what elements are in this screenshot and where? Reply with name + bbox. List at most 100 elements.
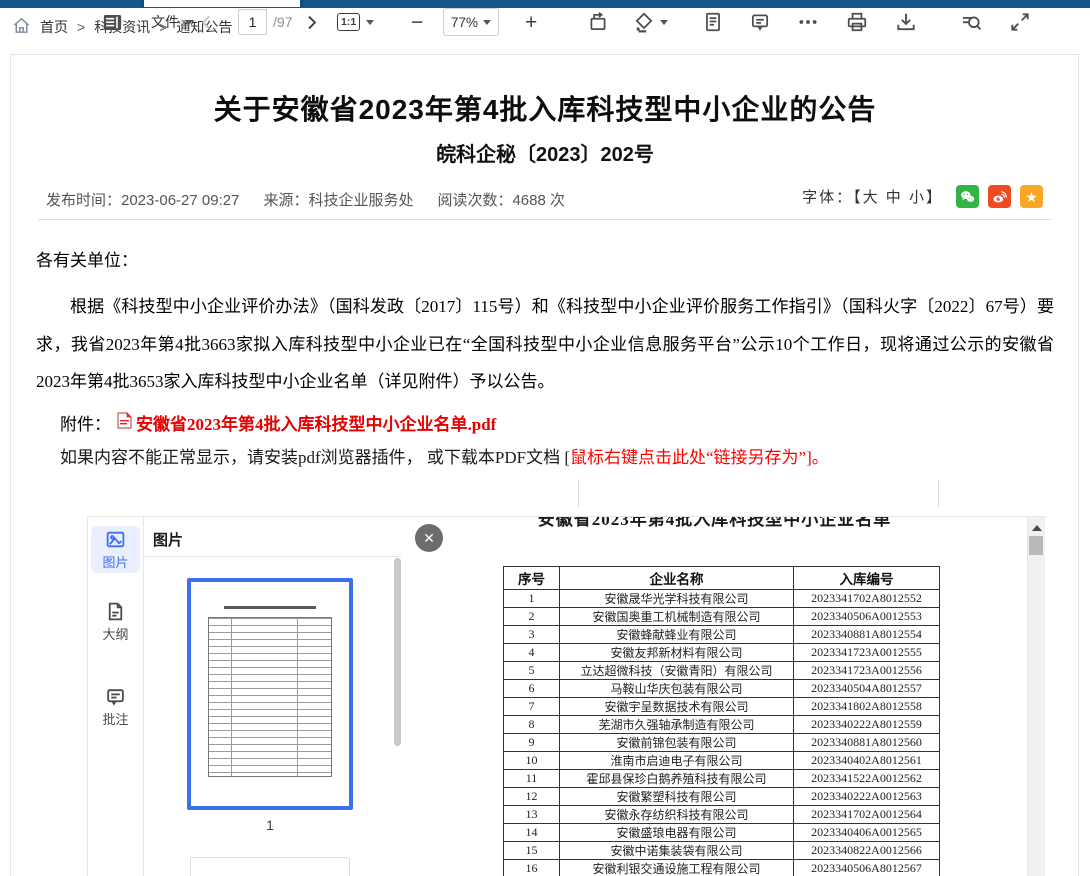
cell-index: 13 bbox=[504, 806, 560, 824]
font-label: 字体：【 bbox=[802, 189, 863, 206]
page-thumbnail-2[interactable] bbox=[190, 857, 350, 876]
article-doc-number: 皖科企秘〔2023〕202号 bbox=[0, 138, 1090, 167]
file-menu-label: 文件 bbox=[151, 12, 179, 32]
prev-page-button[interactable] bbox=[198, 0, 215, 44]
close-button[interactable]: ✕ bbox=[415, 524, 443, 552]
zoom-out-button[interactable]: − bbox=[411, 0, 423, 44]
download-button[interactable] bbox=[895, 0, 917, 44]
weibo-icon bbox=[991, 188, 1008, 205]
search-button[interactable] bbox=[960, 0, 983, 44]
cell-index: 1 bbox=[504, 590, 560, 608]
note-text: 如果内容不能正常显示，请安装pdf浏览器插件， 或下载本PDF文档 [ bbox=[60, 448, 570, 467]
font-large-button[interactable]: 大 bbox=[863, 189, 880, 206]
cell-company-name: 淮南市启迪电子有限公司 bbox=[560, 752, 794, 770]
salutation: 各有关单位： bbox=[36, 246, 138, 271]
print-button[interactable] bbox=[846, 0, 868, 44]
cell-company-name: 安徽友邦新材料有限公司 bbox=[560, 644, 794, 662]
zoom-in-button[interactable]: + bbox=[525, 0, 537, 44]
home-icon[interactable] bbox=[12, 16, 31, 38]
font-size-control: 字体：【大 中 小】 bbox=[802, 186, 943, 207]
more-options-button[interactable] bbox=[796, 0, 820, 44]
viewer-left-border bbox=[87, 517, 88, 876]
font-small-button[interactable]: 小 bbox=[909, 189, 926, 206]
share-wechat-button[interactable] bbox=[956, 185, 979, 208]
sidebar-toggle-button[interactable] bbox=[101, 0, 124, 44]
zoom-level-value: 77% bbox=[451, 15, 478, 30]
rotate-button[interactable] bbox=[587, 0, 609, 44]
cell-company-name: 安徽永存纺织科技有限公司 bbox=[560, 806, 794, 824]
table-row: 11霍邱县保珍白鹅养殖科技有限公司2023341522A0012562 bbox=[504, 770, 940, 788]
thumbnail-mini-title bbox=[224, 606, 316, 609]
page-thumbnail-1[interactable] bbox=[187, 578, 353, 810]
meta-divider bbox=[38, 219, 1052, 220]
cell-registry-code: 2023340402A8012561 bbox=[794, 752, 940, 770]
file-menu-button[interactable]: 文件 bbox=[151, 0, 193, 44]
attachment-link[interactable]: 安徽省2023年第4批入库科技型中小企业名单.pdf bbox=[136, 410, 496, 435]
scrollbar-up-arrow[interactable] bbox=[1032, 525, 1042, 531]
pdf-page-title-clipped: 安徽省2023年第4批入库科技型中小企业名单 bbox=[402, 517, 1027, 527]
comment-button[interactable] bbox=[749, 0, 771, 44]
chevron-down-icon bbox=[660, 20, 668, 25]
cell-registry-code: 2023340881A8012560 bbox=[794, 734, 940, 752]
table-row: 12安徽繁塑科技有限公司2023340222A0012563 bbox=[504, 788, 940, 806]
pdf-scrollbar-thumb[interactable] bbox=[1029, 536, 1043, 555]
breadcrumb-separator: > bbox=[77, 19, 85, 35]
chevron-left-icon bbox=[198, 14, 215, 31]
cell-index: 3 bbox=[504, 626, 560, 644]
font-medium-button[interactable]: 中 bbox=[886, 189, 903, 206]
cell-registry-code: 2023341802A8012558 bbox=[794, 698, 940, 716]
annotation-icon bbox=[105, 686, 126, 707]
share-favorite-button[interactable]: ★ bbox=[1020, 185, 1043, 208]
cell-registry-code: 2023340406A0012565 bbox=[794, 824, 940, 842]
background-color-button[interactable] bbox=[633, 0, 668, 44]
fit-mode-button[interactable]: 1:1 bbox=[337, 0, 374, 44]
table-row: 15安徽中诺集装袋有限公司2023340822A0012566 bbox=[504, 842, 940, 860]
download-icon bbox=[895, 11, 917, 33]
cell-registry-code: 2023340506A8012567 bbox=[794, 860, 940, 876]
note-suffix: ]。 bbox=[806, 448, 829, 467]
sidebar-tab-images[interactable]: 图片 bbox=[91, 526, 140, 573]
outline-document-icon bbox=[105, 601, 126, 622]
text-view-button[interactable] bbox=[702, 0, 724, 44]
save-as-link[interactable]: 鼠标右键点击此处“链接另存为” bbox=[570, 448, 806, 467]
table-row: 5立达超微科技（安徽青阳）有限公司2023341723A0012556 bbox=[504, 662, 940, 680]
chevron-down-icon bbox=[366, 20, 374, 25]
cell-company-name: 安徽宇呈数据技术有限公司 bbox=[560, 698, 794, 716]
cell-registry-code: 2023340881A8012554 bbox=[794, 626, 940, 644]
table-row: 2安徽国奥重工机械制造有限公司2023340506A0012553 bbox=[504, 608, 940, 626]
font-label-close: 】 bbox=[926, 189, 943, 206]
panel-scrollbar[interactable] bbox=[394, 558, 401, 746]
plus-icon: + bbox=[525, 12, 537, 33]
cell-company-name: 立达超微科技（安徽青阳）有限公司 bbox=[560, 662, 794, 680]
table-row: 8芜湖市久强轴承制造有限公司2023340222A8012559 bbox=[504, 716, 940, 734]
pdf-company-table: 序号 企业名称 入库编号 1安徽晟华光学科技有限公司2023341702A801… bbox=[503, 566, 940, 876]
sidebar-tab-outline[interactable]: 大纲 bbox=[91, 598, 140, 645]
cell-company-name: 安徽中诺集装袋有限公司 bbox=[560, 842, 794, 860]
fit-one-to-one-icon: 1:1 bbox=[337, 13, 360, 31]
cell-company-name: 马鞍山华庆包装有限公司 bbox=[560, 680, 794, 698]
next-page-button[interactable] bbox=[303, 0, 320, 44]
zoom-level-select[interactable]: 77% bbox=[443, 8, 499, 36]
cell-index: 14 bbox=[504, 824, 560, 842]
chevron-down-icon bbox=[483, 20, 491, 25]
page-number-input[interactable] bbox=[238, 9, 267, 35]
thumbnail-panel-title: 图片 bbox=[153, 529, 183, 550]
cell-index: 9 bbox=[504, 734, 560, 752]
pdf-file-icon bbox=[117, 412, 132, 434]
attachment-label: 附件： bbox=[60, 410, 111, 435]
share-weibo-button[interactable] bbox=[988, 185, 1011, 208]
cell-index: 15 bbox=[504, 842, 560, 860]
sidebar-tab-annotations[interactable]: 批注 bbox=[91, 683, 140, 730]
cell-index: 2 bbox=[504, 608, 560, 626]
pdf-scrollbar-track[interactable] bbox=[1027, 517, 1045, 876]
cell-registry-code: 2023341702A0012564 bbox=[794, 806, 940, 824]
sidebar-tab-label: 图片 bbox=[102, 552, 128, 571]
cell-registry-code: 2023340504A8012557 bbox=[794, 680, 940, 698]
cell-registry-code: 2023341723A0012555 bbox=[794, 644, 940, 662]
toolbar-divider bbox=[938, 480, 939, 508]
table-row: 1安徽晟华光学科技有限公司2023341702A8012552 bbox=[504, 590, 940, 608]
breadcrumb-item[interactable]: 首页 bbox=[40, 17, 68, 37]
table-row: 9安徽前锦包装有限公司2023340881A8012560 bbox=[504, 734, 940, 752]
close-icon: ✕ bbox=[423, 530, 435, 547]
fullscreen-button[interactable] bbox=[1009, 0, 1031, 44]
